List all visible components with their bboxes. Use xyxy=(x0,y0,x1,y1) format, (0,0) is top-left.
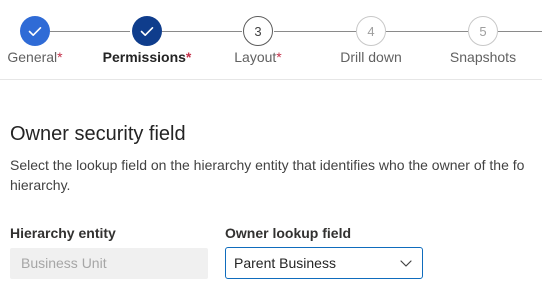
required-marker: * xyxy=(185,49,192,65)
step-number: 5 xyxy=(468,16,498,46)
step-label: Snapshots xyxy=(449,49,517,65)
hierarchy-settings-page: General* Permissions* 3 Layout* 4 Drill … xyxy=(0,0,542,292)
owner-lookup-value: Parent Business xyxy=(234,255,336,271)
step-number: 3 xyxy=(243,16,273,46)
step-circle xyxy=(132,16,162,46)
owner-lookup-label: Owner lookup field xyxy=(225,225,352,241)
step-label: General* xyxy=(7,49,63,65)
section-title: Owner security field xyxy=(10,123,186,145)
chevron-down-icon xyxy=(400,260,412,267)
step-permissions[interactable]: Permissions* xyxy=(87,16,207,66)
wizard-stepper: General* Permissions* 3 Layout* 4 Drill … xyxy=(0,0,542,80)
required-marker: * xyxy=(276,49,282,65)
step-snapshots[interactable]: 5 Snapshots xyxy=(423,16,542,66)
section-description: Select the lookup field on the hierarchy… xyxy=(10,157,525,193)
step-label: Layout* xyxy=(234,49,282,65)
step-number: 4 xyxy=(356,16,386,46)
step-layout[interactable]: 3 Layout* xyxy=(198,16,318,66)
step-general[interactable]: General* xyxy=(0,16,95,66)
owner-lookup-dropdown[interactable]: Parent Business xyxy=(225,247,423,279)
checkmark-icon xyxy=(140,26,154,36)
step-label: Drill down xyxy=(340,49,402,65)
hierarchy-entity-label: Hierarchy entity xyxy=(10,225,116,241)
hierarchy-entity-field: Business Unit xyxy=(10,248,208,279)
step-label: Permissions* xyxy=(102,49,192,65)
step-drill-down[interactable]: 4 Drill down xyxy=(311,16,431,66)
step-circle xyxy=(20,16,50,46)
checkmark-icon xyxy=(28,26,42,36)
required-marker: * xyxy=(57,49,63,65)
